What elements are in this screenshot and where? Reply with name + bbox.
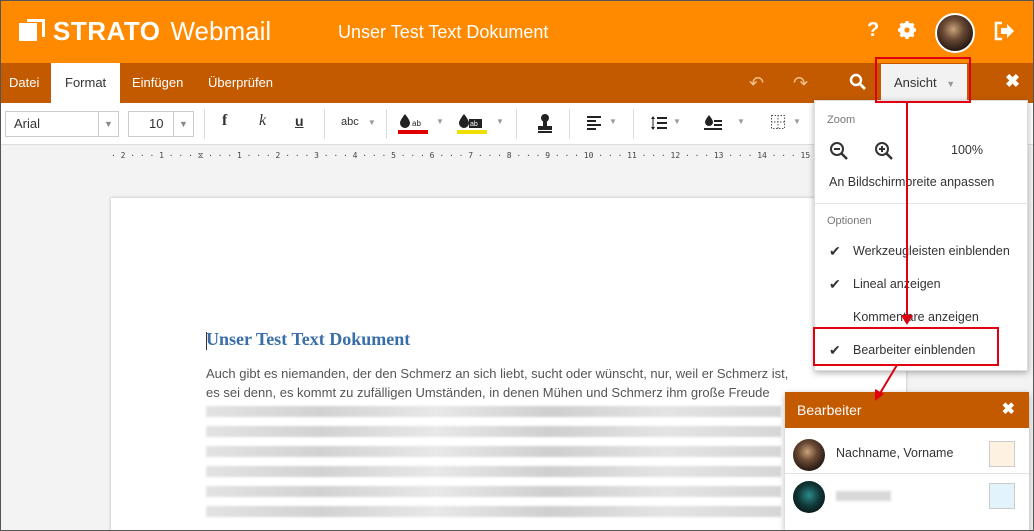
menu-ueberpruefen[interactable]: Überprüfen xyxy=(208,63,273,103)
brand-name: STRATO xyxy=(53,16,161,46)
borders-icon[interactable] xyxy=(771,115,785,132)
chevron-down-icon[interactable]: ▼ xyxy=(496,117,504,126)
document-title: Unser Test Text Dokument xyxy=(338,22,549,42)
strato-logo[interactable]: STRATO Webmail xyxy=(19,16,271,47)
font-family-select[interactable]: Arial ▼ xyxy=(5,111,119,137)
close-editor-icon[interactable]: ✖ xyxy=(1005,71,1020,92)
align-left-icon[interactable] xyxy=(587,116,601,133)
italic-button[interactable]: k xyxy=(259,112,266,130)
highlight-color-button[interactable]: ab xyxy=(457,113,489,137)
avatar xyxy=(793,439,825,471)
option-show-toolbars[interactable]: ✔ Werkzeugleisten einblenden xyxy=(815,239,1029,263)
checkmark-icon: ✔ xyxy=(829,276,841,292)
close-icon[interactable]: ✖ xyxy=(1002,392,1015,428)
editor-row xyxy=(785,476,1029,516)
blurred-text-line xyxy=(206,406,781,417)
gear-icon[interactable] xyxy=(897,20,917,46)
user-avatar[interactable] xyxy=(935,13,975,53)
option-label: Lineal anzeigen xyxy=(853,277,941,291)
chevron-down-icon[interactable]: ▼ xyxy=(173,112,193,136)
font-color-button[interactable]: ab xyxy=(398,113,430,137)
menu-datei[interactable]: Datei xyxy=(9,63,39,103)
blurred-text-line xyxy=(206,466,781,477)
product-name: Webmail xyxy=(170,16,272,46)
editors-panel-title: Bearbeiter xyxy=(797,402,862,418)
blurred-text-line xyxy=(206,506,781,517)
chevron-down-icon[interactable]: ▼ xyxy=(609,117,617,126)
option-label: Werkzeugleisten einblenden xyxy=(853,244,1010,258)
editor-color-swatch xyxy=(989,441,1015,467)
search-icon[interactable] xyxy=(849,73,869,93)
editor-row: Nachname, Vorname xyxy=(785,434,1029,474)
document-heading[interactable]: Unser Test Text Dokument xyxy=(206,329,410,350)
chevron-down-icon[interactable]: ▼ xyxy=(98,112,118,136)
top-header: STRATO Webmail Unser Test Text Dokument … xyxy=(1,1,1033,63)
checkmark-icon: ✔ xyxy=(829,243,841,259)
option-show-comments[interactable]: Kommentare anzeigen xyxy=(815,305,1029,329)
zoom-out-icon[interactable] xyxy=(829,141,849,161)
annotation-box-view-button xyxy=(875,57,971,103)
blurred-text-line xyxy=(206,426,781,437)
redo-icon[interactable]: ↷ xyxy=(793,73,808,94)
strato-logo-icon xyxy=(19,18,45,45)
spellcheck-button[interactable]: abc ▼ xyxy=(341,116,376,128)
annotation-box-editors-option xyxy=(813,327,999,366)
zoom-section-heading: Zoom xyxy=(827,114,856,126)
options-section-heading: Optionen xyxy=(827,215,872,227)
annotation-arrowhead xyxy=(901,315,913,325)
font-size-select[interactable]: 10 ▼ xyxy=(128,111,194,137)
spellcheck-label: abc xyxy=(341,116,359,128)
menu-format[interactable]: Format xyxy=(51,63,121,103)
document-paragraph-line[interactable]: es sei denn, es kommt zu zufälligen Umst… xyxy=(206,385,770,400)
undo-icon[interactable]: ↶ xyxy=(749,73,764,94)
menu-einfuegen[interactable]: Einfügen xyxy=(132,63,183,103)
avatar xyxy=(793,481,825,513)
chevron-down-icon[interactable]: ▼ xyxy=(436,117,444,126)
underline-button[interactable]: u xyxy=(295,113,304,129)
annotation-arrow xyxy=(906,103,908,321)
paragraph-style-icon[interactable] xyxy=(537,113,553,136)
document-paragraph-line[interactable]: Auch gibt es niemanden, der den Schmerz … xyxy=(206,366,788,381)
zoom-level: 100% xyxy=(951,143,983,157)
chevron-down-icon[interactable]: ▼ xyxy=(737,117,745,126)
font-family-value: Arial xyxy=(14,116,41,131)
line-spacing-icon[interactable] xyxy=(651,116,667,133)
paragraph-fill-icon[interactable] xyxy=(704,114,722,135)
chevron-down-icon[interactable]: ▼ xyxy=(673,117,681,126)
blurred-text-line xyxy=(206,446,781,457)
editor-name-blurred xyxy=(836,491,891,501)
annotation-arrow-diagonal xyxy=(875,364,898,401)
chevron-down-icon: ▼ xyxy=(367,118,376,127)
bold-button[interactable]: f xyxy=(222,112,227,130)
editor-color-swatch xyxy=(989,483,1015,509)
font-size-value: 10 xyxy=(149,116,164,131)
editors-panel-header: Bearbeiter ✖ xyxy=(785,392,1029,428)
editors-panel: Bearbeiter ✖ Nachname, Vorname xyxy=(785,392,1029,530)
editor-name: Nachname, Vorname xyxy=(836,446,954,460)
svg-text:ab: ab xyxy=(470,121,478,128)
option-label: Kommentare anzeigen xyxy=(853,310,979,324)
logout-icon[interactable] xyxy=(993,21,1015,47)
app-window: STRATO Webmail Unser Test Text Dokument … xyxy=(0,0,1034,531)
blurred-text-line xyxy=(206,486,781,497)
svg-text:ab: ab xyxy=(412,119,421,128)
fit-to-width-option[interactable]: An Bildschirmbreite anpassen xyxy=(815,170,1029,194)
horizontal-ruler[interactable]: · 2 · · · 1 · · · ⧖ · · · 1 · · · 2 · · … xyxy=(111,151,873,164)
option-show-ruler[interactable]: ✔ Lineal anzeigen xyxy=(815,272,1029,296)
help-icon[interactable]: ? xyxy=(867,19,879,42)
zoom-in-icon[interactable] xyxy=(874,141,894,161)
chevron-down-icon[interactable]: ▼ xyxy=(793,117,801,126)
